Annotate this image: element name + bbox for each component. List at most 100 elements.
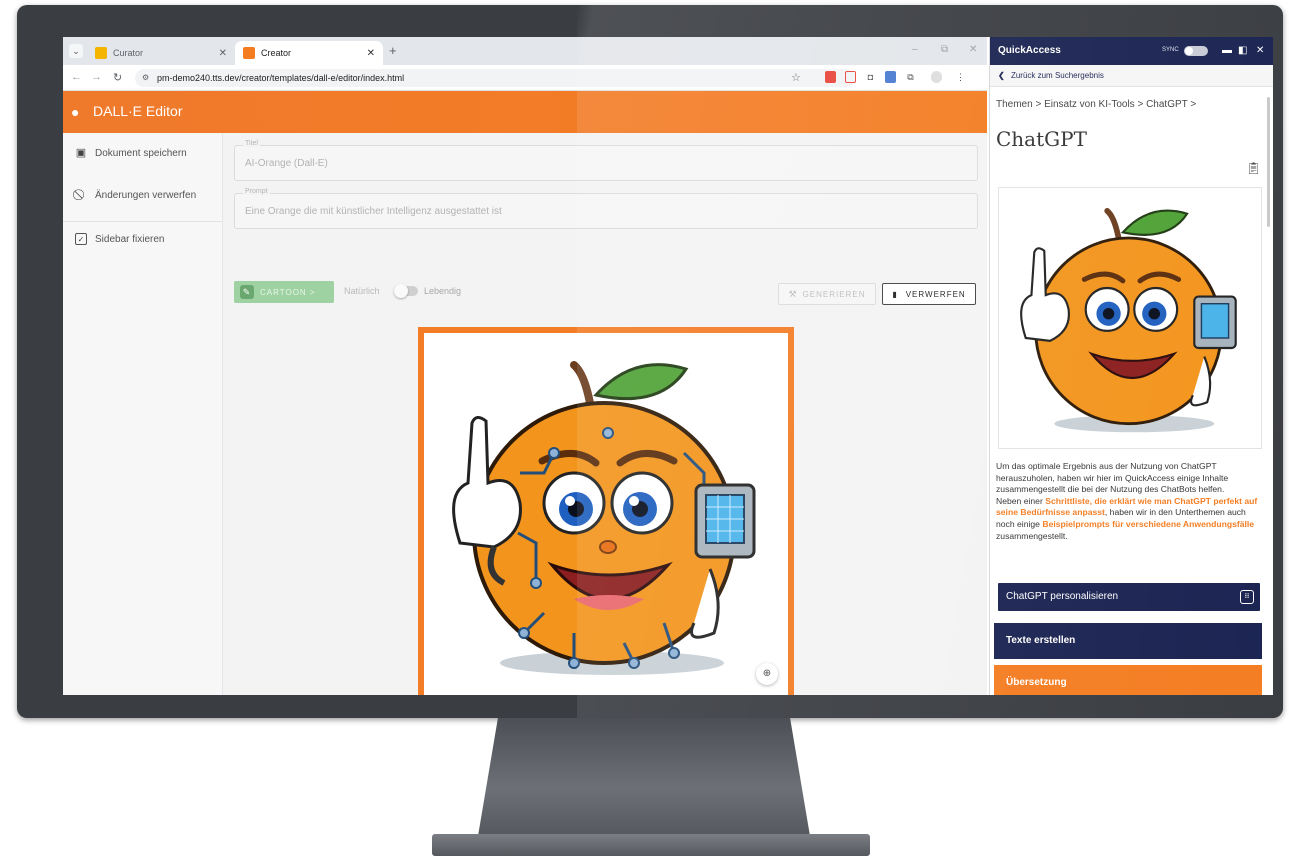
- extensions-puzzle-icon[interactable]: ⧉: [905, 71, 916, 83]
- orange-mascot-thumbnail: [1020, 208, 1237, 433]
- close-tab-icon[interactable]: ✕: [219, 48, 227, 59]
- back-to-results-link[interactable]: ❮ Zurück zum Suchergebnis: [990, 65, 1273, 87]
- topic-image: [998, 187, 1262, 449]
- back-link-label: Zurück zum Suchergebnis: [1010, 71, 1104, 80]
- dock-right-icon[interactable]: ◧: [1238, 45, 1247, 56]
- browser-toolbar: ← → ↻ ⚙ pm-demo240.tts.dev/creator/templ…: [63, 65, 987, 91]
- url-text: pm-demo240.tts.dev/creator/templates/dal…: [157, 73, 405, 83]
- editor-main: Titel AI-Orange (Dall-E) Prompt Eine Ora…: [224, 133, 987, 695]
- mode-natural-label: Natürlich: [344, 286, 380, 296]
- subtopic-label: Texte erstellen: [1006, 635, 1076, 646]
- sync-label: SYNC: [1162, 47, 1179, 53]
- back-icon[interactable]: ←: [71, 71, 82, 83]
- title-field[interactable]: Titel AI-Orange (Dall-E): [234, 140, 978, 181]
- curator-favicon: [95, 47, 107, 59]
- extension-blue-icon[interactable]: [885, 71, 896, 83]
- subtopic-chatgpt-personalisieren[interactable]: ChatGPT personalisieren ⁝⁝: [998, 583, 1260, 611]
- sync-toggle[interactable]: [1184, 46, 1208, 56]
- close-tab-icon[interactable]: ✕: [367, 48, 375, 59]
- title-field-label: Titel: [243, 140, 260, 147]
- title-field-value: AI-Orange (Dall-E): [245, 158, 328, 169]
- brush-icon: ✎: [240, 285, 254, 299]
- mode-vivid-label: Lebendig: [424, 286, 462, 296]
- app-header: ● DALL·E Editor: [63, 91, 987, 133]
- quickaccess-panel: QuickAccess SYNC ▬ ◧ ✕ ❮ Zurück zum Such…: [989, 37, 1273, 695]
- sidebar-item-pin[interactable]: ✓ Sidebar fixieren: [63, 219, 223, 259]
- prompt-field[interactable]: Prompt Eine Orange die mit künstlicher I…: [234, 188, 978, 229]
- sidebar-item-save[interactable]: ▣ Dokument speichern: [63, 133, 223, 173]
- generate-button[interactable]: ⚒ GENERIEREN: [778, 283, 876, 305]
- intro-paragraph-1: Um das optimale Ergebnis aus der Nutzung…: [996, 461, 1229, 495]
- chevron-left-icon: ❮: [998, 71, 1005, 80]
- tab-curator[interactable]: Curator ✕: [87, 41, 235, 65]
- monitor-stand-base: [432, 834, 870, 856]
- discard-button[interactable]: ▮ VERWERFEN: [882, 283, 976, 305]
- minimize-button[interactable]: –: [912, 44, 918, 55]
- screen: ⌄ Curator ✕ Creator ✕ + – ⧉ ✕ ← → ↻ ⚙ pm…: [63, 37, 1273, 695]
- dock-left-icon[interactable]: ▬: [1222, 45, 1232, 56]
- sidebar-item-label: Sidebar fixieren: [95, 233, 165, 245]
- sync-toggle-knob: [1185, 47, 1193, 55]
- extension-red-icon[interactable]: [825, 71, 836, 83]
- magic-wand-icon: ⚒: [788, 288, 798, 299]
- restore-button[interactable]: ⧉: [941, 44, 948, 55]
- creator-favicon: [243, 47, 255, 59]
- sidebar: ▣ Dokument speichern ⃠ Änderungen verwer…: [63, 133, 223, 695]
- generate-label: GENERIEREN: [802, 289, 866, 299]
- monitor-bezel: ⌄ Curator ✕ Creator ✕ + – ⧉ ✕ ← → ↻ ⚙ pm…: [17, 5, 1283, 718]
- clipboard-icon[interactable]: 📋︎: [1246, 161, 1261, 175]
- style-cartoon-button[interactable]: ✎ CARTOON >: [234, 281, 334, 303]
- page-title: ChatGPT: [996, 127, 1087, 151]
- generated-image: ⊕: [418, 327, 794, 695]
- tab-label: Creator: [261, 48, 292, 58]
- sidebar-item-label: Dokument speichern: [95, 147, 187, 159]
- prompt-field-value: Eine Orange die mit künstlicher Intellig…: [245, 206, 502, 217]
- browser-window: ⌄ Curator ✕ Creator ✕ + – ⧉ ✕ ← → ↻ ⚙ pm…: [63, 37, 987, 695]
- sidebar-item-label: Änderungen verwerfen: [95, 189, 197, 201]
- profile-avatar-icon[interactable]: [931, 71, 942, 83]
- intro-text: Neben einer: [996, 495, 1046, 506]
- camera-icon[interactable]: ◘: [865, 71, 876, 83]
- tab-creator[interactable]: Creator ✕: [235, 41, 383, 65]
- panel-scrollbar[interactable]: [1267, 97, 1270, 227]
- tab-search-icon[interactable]: ⌄: [69, 44, 83, 58]
- forward-icon[interactable]: →: [91, 71, 102, 83]
- app-logo-icon: ●: [71, 104, 80, 120]
- subtopic-uebersetzung[interactable]: Übersetzung: [994, 665, 1262, 695]
- tab-strip: ⌄ Curator ✕ Creator ✕ + – ⧉ ✕: [63, 37, 987, 65]
- breadcrumb[interactable]: Themen > Einsatz von KI-Tools > ChatGPT …: [996, 99, 1196, 110]
- monitor-stand-neck: [478, 718, 810, 836]
- example-prompts-link[interactable]: Beispielprompts für verschiedene Anwendu…: [1042, 519, 1254, 529]
- mode-toggle[interactable]: [394, 284, 418, 298]
- sidebar-item-discard[interactable]: ⃠ Änderungen verwerfen: [63, 175, 223, 215]
- subtopic-texte-erstellen[interactable]: Texte erstellen: [994, 623, 1262, 659]
- toggle-knob: [394, 284, 408, 298]
- style-button-label: CARTOON >: [260, 287, 316, 297]
- topic-description: Um das optimale Ergebnis aus der Nutzung…: [996, 461, 1266, 542]
- discard-label: VERWERFEN: [905, 289, 966, 299]
- intro-text: zusammengestellt.: [996, 530, 1068, 541]
- new-tab-button[interactable]: +: [389, 43, 397, 58]
- tab-label: Curator: [113, 48, 144, 58]
- reload-icon[interactable]: ↻: [113, 71, 122, 84]
- quickaccess-title: QuickAccess: [998, 45, 1061, 56]
- browser-menu-icon[interactable]: ⋮: [955, 71, 966, 83]
- address-bar[interactable]: ⚙ pm-demo240.tts.dev/creator/templates/d…: [135, 69, 855, 87]
- steps-list-icon: ⁝⁝: [1240, 590, 1254, 604]
- quickaccess-header: QuickAccess SYNC ▬ ◧ ✕: [990, 37, 1273, 65]
- trash-icon: ▮: [892, 289, 898, 299]
- close-window-button[interactable]: ✕: [969, 44, 977, 55]
- save-icon: ▣: [75, 147, 87, 159]
- close-panel-icon[interactable]: ✕: [1256, 45, 1264, 56]
- prompt-field-label: Prompt: [243, 188, 270, 195]
- subtopic-label: ChatGPT personalisieren: [1006, 591, 1119, 602]
- orange-mascot-image: [452, 361, 756, 675]
- monitor-mockup: ⌄ Curator ✕ Creator ✕ + – ⧉ ✕ ← → ↻ ⚙ pm…: [0, 0, 1289, 856]
- checkbox-icon: ✓: [75, 233, 87, 245]
- subtopic-label: Übersetzung: [1006, 677, 1067, 688]
- bookmark-star-icon[interactable]: ☆: [791, 71, 801, 84]
- zoom-in-button[interactable]: ⊕: [756, 663, 778, 685]
- pocket-icon[interactable]: [845, 71, 856, 83]
- site-settings-icon[interactable]: ⚙: [142, 73, 149, 83]
- app-title: DALL·E Editor: [93, 103, 183, 119]
